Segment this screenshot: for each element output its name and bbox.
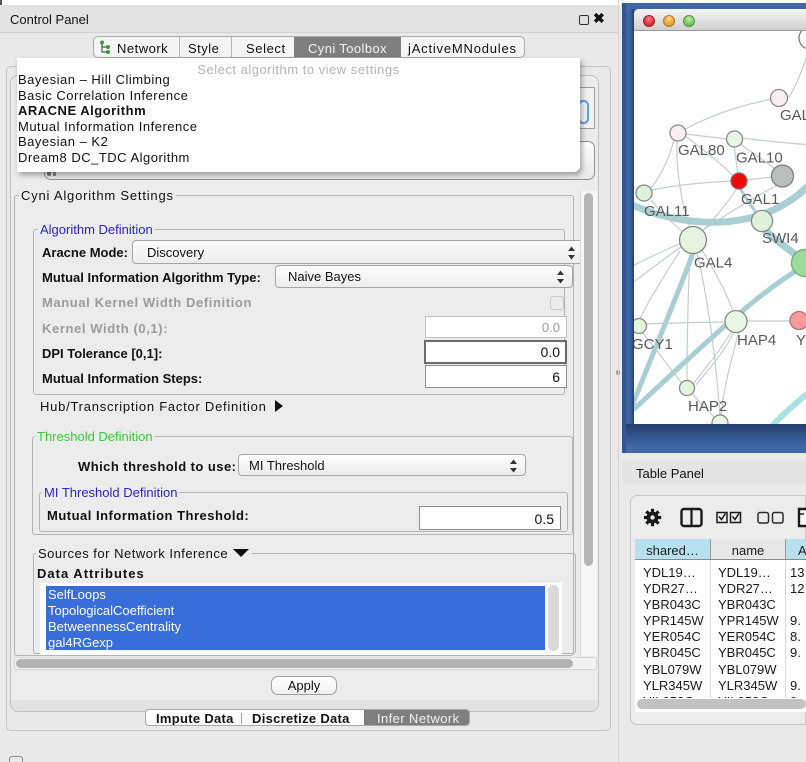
svg-text:GAL1: GAL1 <box>741 191 779 208</box>
svg-text:SWI4: SWI4 <box>762 230 799 247</box>
svg-text:GAL11: GAL11 <box>644 203 690 220</box>
svg-text:HAP2: HAP2 <box>688 398 727 415</box>
svg-text:GAL4: GAL4 <box>694 255 732 272</box>
svg-text:Y: Y <box>796 332 806 349</box>
svg-text:GAL10: GAL10 <box>736 150 783 167</box>
svg-text:GCY1: GCY1 <box>634 336 673 353</box>
svg-text:GAL: GAL <box>780 107 806 124</box>
svg-text:GAL80: GAL80 <box>678 142 725 159</box>
svg-text:HAP4: HAP4 <box>737 332 776 349</box>
